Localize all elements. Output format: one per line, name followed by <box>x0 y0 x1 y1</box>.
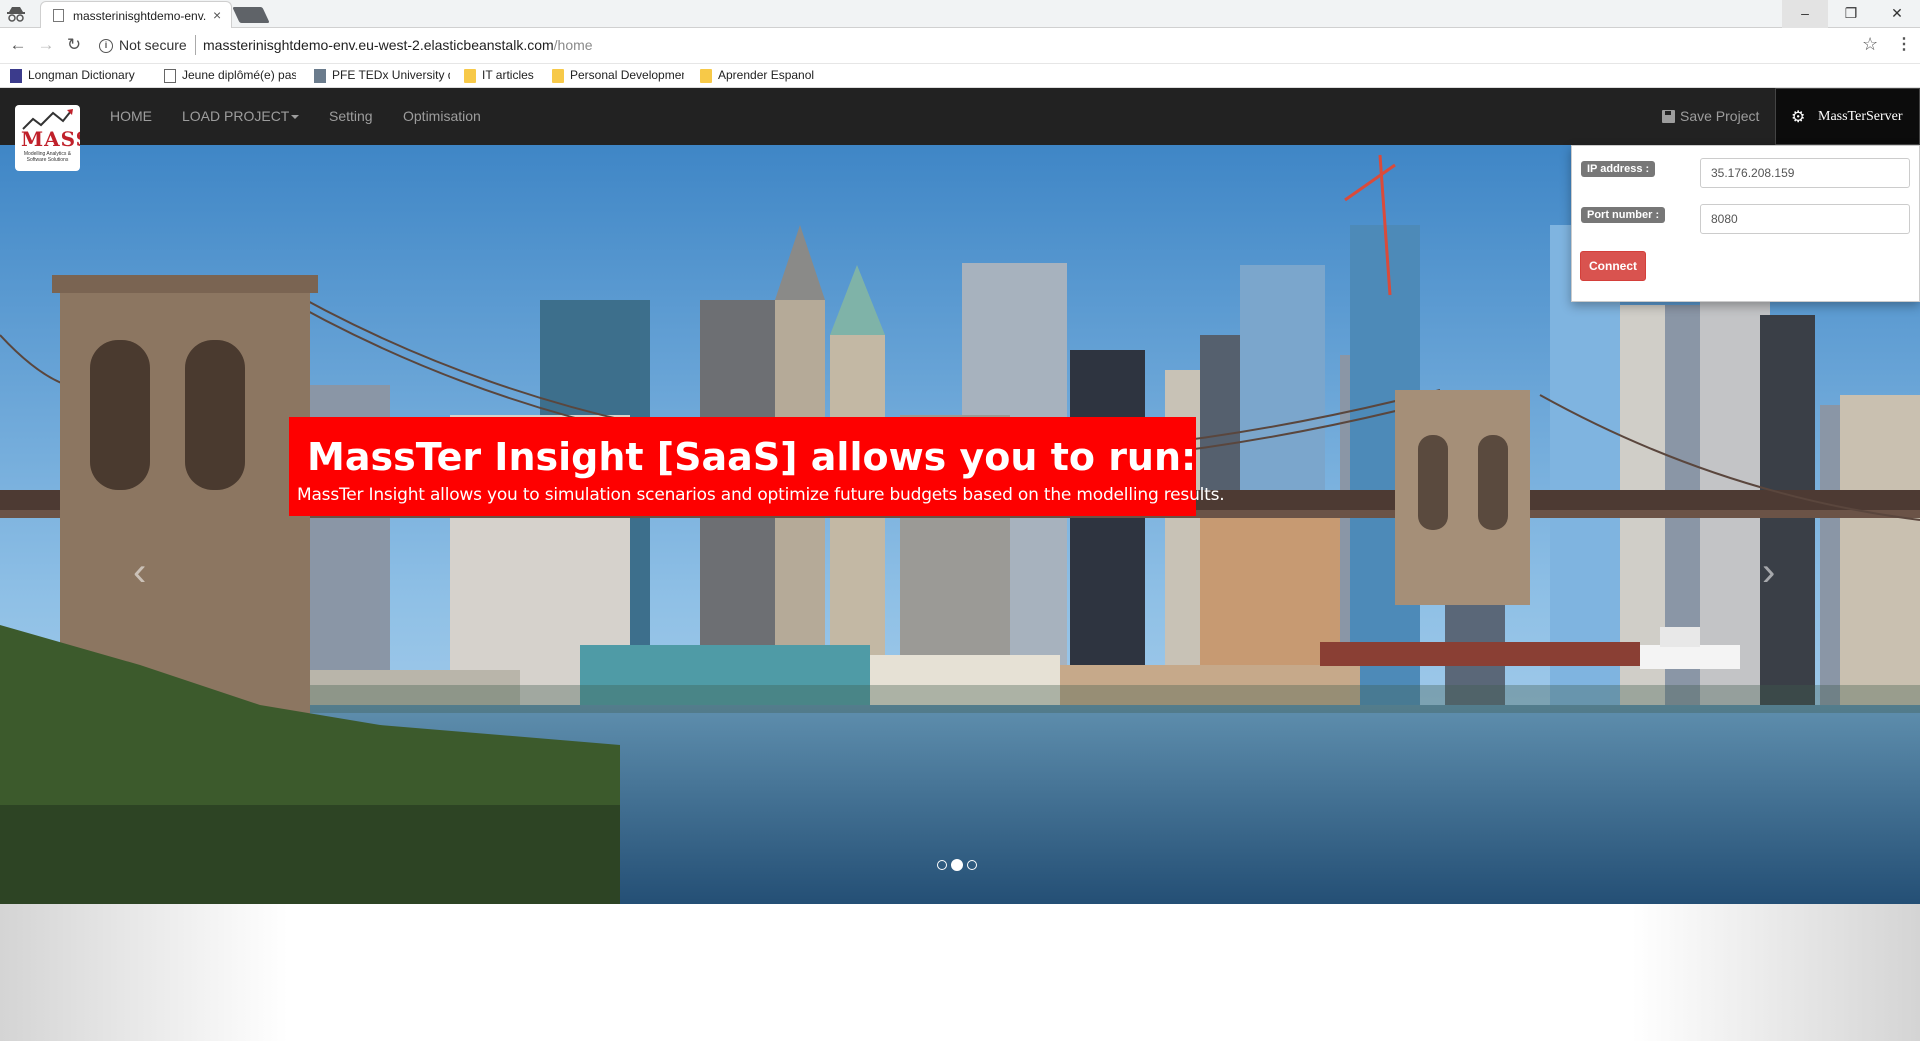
caption-title: MassTer Insight [SaaS] allows you to run… <box>307 435 1197 479</box>
bookmark-label: Longman Dictionary <box>28 68 135 82</box>
tab-close-icon[interactable]: × <box>213 7 221 23</box>
url-path: /home <box>553 37 593 53</box>
image-icon <box>314 69 326 83</box>
port-number-input[interactable] <box>1700 204 1910 234</box>
carousel-next-icon[interactable]: › <box>1762 550 1775 595</box>
page-icon <box>164 69 176 83</box>
carousel-indicator-dot[interactable] <box>967 859 977 870</box>
bookmark-label: PFE TEDx University d <box>332 68 450 82</box>
bookmark-label: Aprender Espanol <box>718 68 815 82</box>
nav-optimisation[interactable]: Optimisation <box>403 108 481 124</box>
browser-tab-strip: massterinisghtdemo-env. × – ❐ ✕ <box>0 0 1920 29</box>
nav-setting[interactable]: Setting <box>329 108 373 124</box>
save-project-button[interactable]: Save Project <box>1662 108 1759 124</box>
browser-tab[interactable]: massterinisghtdemo-env. × <box>40 1 232 29</box>
bookmark-aprender-espanol[interactable]: Aprender Espanol <box>698 68 818 84</box>
ip-address-label: IP address : <box>1581 161 1656 177</box>
nav-load-project[interactable]: LOAD PROJECT <box>182 108 300 124</box>
caret-down-icon <box>291 115 300 120</box>
bookmark-personal-development[interactable]: Personal Developmen <box>550 68 684 84</box>
maximize-button[interactable]: ❐ <box>1828 0 1874 28</box>
bookmark-pfe-tedx[interactable]: PFE TEDx University d <box>312 68 450 84</box>
save-project-label: Save Project <box>1680 108 1760 124</box>
bookmark-it-articles[interactable]: IT articles <box>462 68 542 84</box>
bookmark-longman[interactable]: Longman Dictionary <box>8 68 146 84</box>
logo-text: MASS <box>21 127 80 151</box>
masster-server-button[interactable]: ⚙ MassTerServer <box>1775 88 1920 145</box>
minimize-button[interactable]: – <box>1782 0 1828 28</box>
connect-button[interactable]: Connect <box>1580 251 1646 281</box>
bookmark-star-icon[interactable]: ☆ <box>1862 34 1878 55</box>
bookmark-jeune-diplome[interactable]: Jeune diplômé(e) pas <box>162 68 296 84</box>
address-bar: ← → ↻ i Not secure massterinisghtdemo-en… <box>0 28 1920 64</box>
reload-icon[interactable]: ↻ <box>64 35 84 55</box>
logo-subtitle: Modelling Analytics & Software Solutions <box>23 151 72 163</box>
page-favicon-icon <box>53 9 64 22</box>
bookmark-label: Jeune diplômé(e) pas <box>182 68 296 82</box>
folder-icon <box>464 69 476 83</box>
bookmarks-bar: Longman Dictionary Jeune diplômé(e) pas … <box>0 64 1920 88</box>
bookmark-label: IT articles <box>482 68 534 82</box>
url-host: massterinisghtdemo-env.eu-west-2.elastic… <box>203 37 554 53</box>
carousel-indicator-dot[interactable] <box>937 859 947 870</box>
floppy-disk-icon <box>1662 110 1675 123</box>
server-button-label: MassTerServer <box>1818 109 1903 124</box>
page-content-area <box>0 904 1920 1041</box>
url-field[interactable]: massterinisghtdemo-env.eu-west-2.elastic… <box>203 37 593 53</box>
info-icon[interactable]: i <box>99 39 113 53</box>
caption-text: MassTer Insight allows you to simulation… <box>297 485 1225 505</box>
folder-icon <box>700 69 712 83</box>
carousel-caption: MassTer Insight [SaaS] allows you to run… <box>289 417 1225 516</box>
nav-home[interactable]: HOME <box>110 108 152 124</box>
mass-logo[interactable]: MASS Modelling Analytics & Software Solu… <box>15 105 80 171</box>
ip-address-input[interactable] <box>1700 158 1910 188</box>
tab-title: massterinisghtdemo-env. <box>73 9 207 23</box>
folder-icon <box>552 69 564 83</box>
browser-menu-icon[interactable]: ⋮ <box>1896 34 1912 54</box>
port-number-label: Port number : <box>1581 207 1666 223</box>
incognito-icon <box>7 7 25 22</box>
new-tab-button[interactable] <box>232 7 270 23</box>
gear-icon: ⚙ <box>1791 109 1806 126</box>
app-navbar: MASS Modelling Analytics & Software Solu… <box>0 88 1920 171</box>
security-label[interactable]: Not secure <box>119 37 187 53</box>
url-separator <box>195 35 196 55</box>
longman-icon <box>10 69 22 83</box>
back-arrow-icon[interactable]: ← <box>8 35 28 55</box>
bookmark-label: Personal Developmen <box>570 68 684 82</box>
carousel-prev-icon[interactable]: ‹ <box>133 550 146 595</box>
nav-load-project-label: LOAD PROJECT <box>182 108 290 124</box>
carousel-indicators <box>937 856 981 871</box>
carousel-indicator-dot[interactable] <box>951 858 963 871</box>
close-window-button[interactable]: ✕ <box>1874 0 1920 28</box>
forward-arrow-icon[interactable]: → <box>36 35 56 55</box>
server-connection-panel: IP address : Port number : Connect <box>1571 145 1920 302</box>
